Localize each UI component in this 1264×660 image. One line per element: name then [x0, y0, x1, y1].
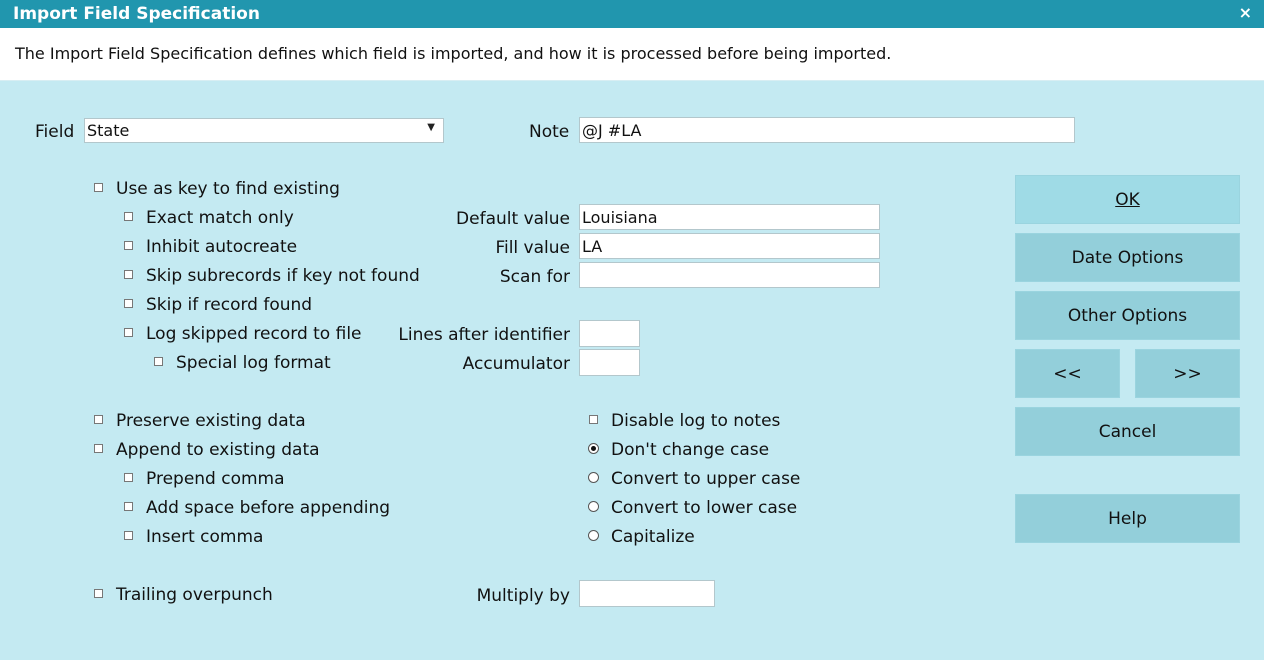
log-skipped-label: Log skipped record to file: [146, 324, 362, 344]
next-button[interactable]: >>: [1135, 349, 1240, 398]
exact-match-label: Exact match only: [146, 208, 294, 228]
scan-for-label: Scan for: [499, 267, 570, 287]
skip-subrecords-label: Skip subrecords if key not found: [146, 266, 420, 286]
lines-after-input[interactable]: [579, 320, 640, 347]
append-existing-checkbox[interactable]: [94, 444, 103, 453]
title-bar: Import Field Specification ×: [0, 0, 1264, 28]
capitalize-radio[interactable]: [588, 530, 599, 541]
prepend-comma-checkbox[interactable]: [124, 473, 133, 482]
help-button[interactable]: Help: [1015, 494, 1240, 543]
window-title: Import Field Specification: [13, 4, 260, 24]
note-label: Note: [529, 122, 570, 142]
chevron-down-icon: ▼: [427, 122, 435, 133]
upper-case-radio[interactable]: [588, 472, 599, 483]
ok-button[interactable]: OK: [1015, 175, 1240, 224]
lower-case-radio[interactable]: [588, 501, 599, 512]
default-value-input[interactable]: [579, 204, 880, 230]
field-select[interactable]: State ▼: [84, 118, 444, 143]
inhibit-autocreate-checkbox[interactable]: [124, 241, 133, 250]
close-icon[interactable]: ×: [1239, 3, 1252, 22]
prepend-comma-label: Prepend comma: [146, 469, 285, 489]
trailing-overpunch-label: Trailing overpunch: [116, 585, 273, 605]
use-as-key-checkbox[interactable]: [94, 183, 103, 192]
dont-change-case-radio[interactable]: [588, 443, 599, 454]
inhibit-autocreate-label: Inhibit autocreate: [146, 237, 298, 257]
skip-subrecords-checkbox[interactable]: [124, 270, 133, 279]
scan-for-input[interactable]: [579, 262, 880, 288]
capitalize-label: Capitalize: [611, 527, 695, 547]
default-value-label: Default value: [456, 209, 570, 229]
previous-button[interactable]: <<: [1015, 349, 1120, 398]
fill-value-input[interactable]: [579, 233, 880, 259]
upper-case-label: Convert to upper case: [611, 469, 801, 489]
insert-comma-checkbox[interactable]: [124, 531, 133, 540]
special-log-label: Special log format: [176, 353, 331, 373]
date-options-button[interactable]: Date Options: [1015, 233, 1240, 282]
ok-button-label: OK: [1115, 189, 1140, 210]
preserve-existing-label: Preserve existing data: [116, 411, 306, 431]
exact-match-checkbox[interactable]: [124, 212, 133, 221]
use-as-key-label: Use as key to find existing: [116, 179, 340, 199]
log-skipped-checkbox[interactable]: [124, 328, 133, 337]
cancel-button[interactable]: Cancel: [1015, 407, 1240, 456]
fill-value-label: Fill value: [495, 238, 570, 258]
insert-comma-label: Insert comma: [146, 527, 264, 547]
multiply-by-label: Multiply by: [476, 586, 570, 606]
lower-case-label: Convert to lower case: [611, 498, 798, 518]
disable-log-checkbox[interactable]: [589, 415, 598, 424]
preserve-existing-checkbox[interactable]: [94, 415, 103, 424]
special-log-checkbox[interactable]: [154, 357, 163, 366]
accumulator-label: Accumulator: [462, 354, 570, 374]
dont-change-case-label: Don't change case: [611, 440, 770, 460]
skip-if-found-checkbox[interactable]: [124, 299, 133, 308]
description-panel: The Import Field Specification defines w…: [0, 28, 1264, 81]
note-input[interactable]: [579, 117, 1075, 143]
other-options-button[interactable]: Other Options: [1015, 291, 1240, 340]
description-text: The Import Field Specification defines w…: [15, 44, 892, 63]
field-select-value: State: [87, 121, 130, 140]
trailing-overpunch-checkbox[interactable]: [94, 589, 103, 598]
add-space-checkbox[interactable]: [124, 502, 133, 511]
skip-if-found-label: Skip if record found: [146, 295, 313, 315]
field-label: Field: [35, 122, 75, 142]
add-space-label: Add space before appending: [146, 498, 391, 518]
accumulator-input[interactable]: [579, 349, 640, 376]
disable-log-label: Disable log to notes: [611, 411, 781, 431]
lines-after-label: Lines after identifier: [398, 325, 570, 345]
append-existing-label: Append to existing data: [116, 440, 320, 460]
multiply-by-input[interactable]: [579, 580, 715, 607]
